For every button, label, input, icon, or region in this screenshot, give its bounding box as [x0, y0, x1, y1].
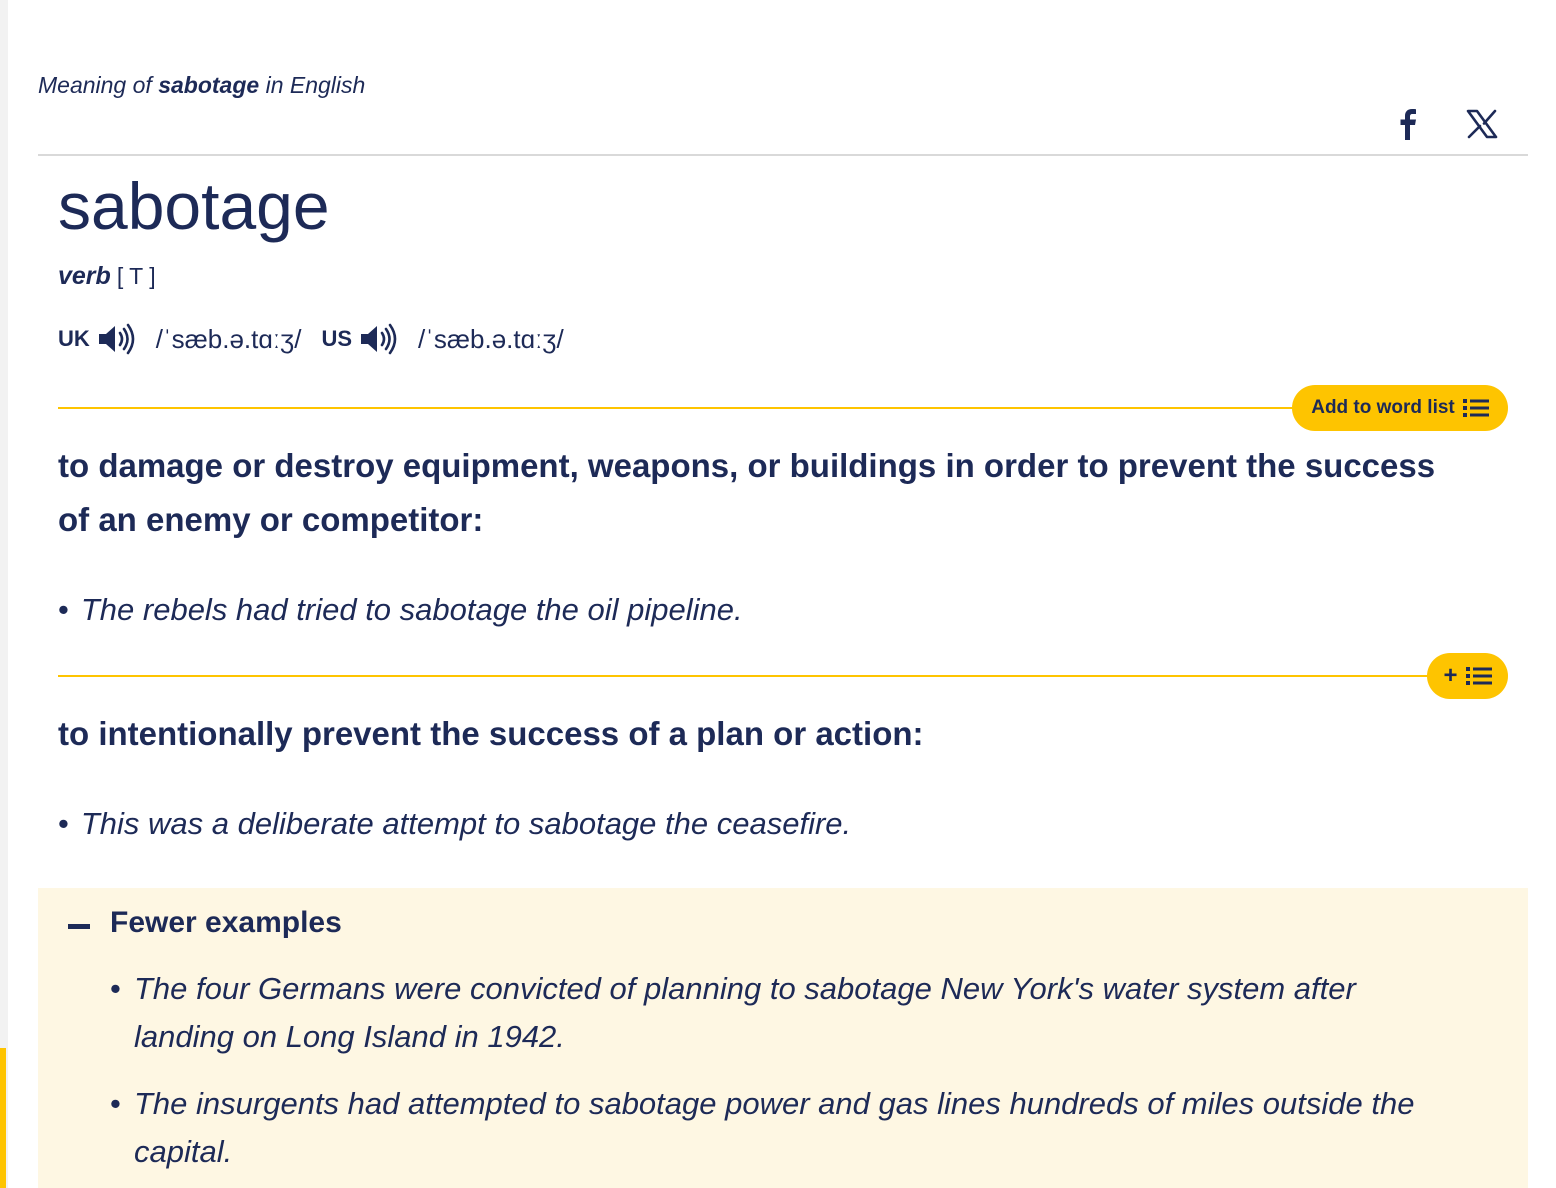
sense-definition: to damage or destroy equipment, weapons,… [58, 447, 1436, 538]
part-of-speech: verb [58, 262, 111, 290]
left-edge-accent [0, 1048, 6, 1188]
more-example-text: The insurgents had attempted to sabotage… [134, 1086, 1415, 1169]
sense-divider [58, 407, 1298, 409]
add-sense-to-word-list-button[interactable]: + [1427, 653, 1508, 699]
bullet: • [58, 806, 69, 841]
grammar-code: [ T ] [116, 263, 156, 289]
example-text: The rebels had tried to sabotage the oil… [80, 592, 743, 627]
left-edge-strip [0, 0, 8, 1188]
sense-divider [58, 675, 1433, 677]
example-sentence: • The rebels had tried to sabotage the oi… [58, 592, 743, 628]
add-to-word-list-button[interactable]: Add to word list [1292, 385, 1508, 431]
header-divider [38, 154, 1528, 156]
meaning-suffix: in English [259, 72, 366, 98]
region-us-label: US [321, 326, 353, 351]
x-icon [1466, 109, 1498, 139]
headword: sabotage [58, 169, 330, 243]
part-of-speech-line: verb[ T ] [58, 262, 156, 291]
add-to-word-list-label: Add to word list [1311, 397, 1455, 418]
ipa-uk: /ˈsæb.ə.tɑːʒ/ [155, 323, 302, 354]
facebook-icon [1400, 109, 1416, 140]
list-icon [1462, 399, 1489, 417]
bullet: • [58, 592, 69, 627]
list-icon [1465, 667, 1492, 685]
speaker-icon-uk[interactable] [96, 323, 136, 355]
ipa-us: /ˈsæb.ə.tɑːʒ/ [418, 323, 564, 354]
speaker-icon-us[interactable] [358, 323, 398, 355]
meaning-word: sabotage [158, 72, 260, 98]
sense-definition: to intentionally prevent the success of … [58, 715, 924, 752]
plus-icon: + [1443, 662, 1458, 689]
facebook-share-button[interactable] [1390, 104, 1426, 144]
minus-icon[interactable] [68, 924, 90, 929]
more-example-item: • The insurgents had attempted to sabotag… [110, 1080, 1434, 1176]
fewer-examples-toggle[interactable]: Fewer examples [110, 906, 342, 940]
meaning-prefix: Meaning of [38, 72, 159, 98]
example-sentence: • This was a deliberate attempt to sabota… [58, 806, 851, 842]
region-uk-label: UK [58, 326, 90, 351]
more-example-item: • The four Germans were convicted of plan… [110, 965, 1434, 1061]
meaning-heading: Meaning of sabotage in English [38, 72, 365, 99]
bullet: • [110, 1086, 121, 1121]
x-share-button[interactable] [1464, 104, 1500, 144]
more-example-text: The four Germans were convicted of plann… [134, 971, 1356, 1054]
bullet: • [110, 971, 121, 1006]
pronunciation-row: UK /ˈsæb.ə.tɑːʒ/ US /ˈsæb.ə.tɑːʒ/ [58, 318, 584, 360]
example-text: This was a deliberate attempt to sabotag… [80, 806, 852, 841]
